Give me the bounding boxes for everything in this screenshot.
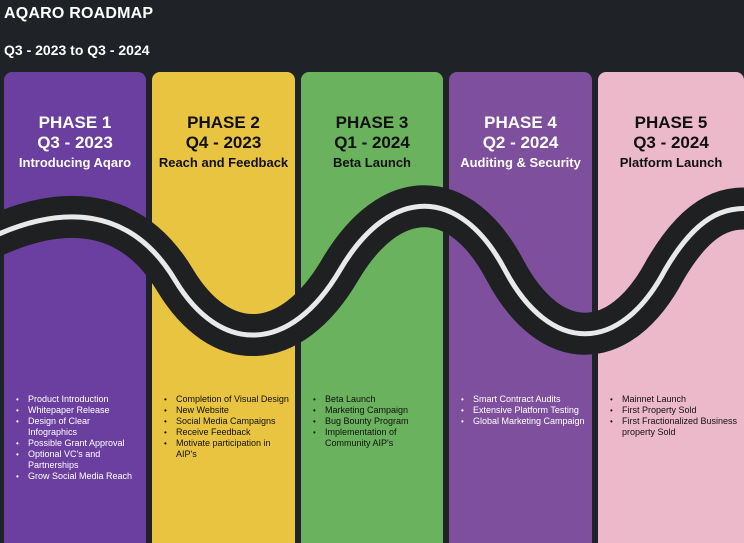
list-item: Optional VC's and Partnerships	[16, 449, 140, 471]
phase-card-4: PHASE 4 Q2 - 2024 Auditing & Security Sm…	[449, 72, 592, 543]
phase-header: PHASE 5 Q3 - 2024 Platform Launch	[598, 113, 744, 172]
roadmap-subtitle: Q3 - 2023 to Q3 - 2024	[4, 42, 150, 58]
list-item: Implementation of Community AIP's	[313, 427, 437, 449]
phase-name: PHASE 5	[634, 113, 708, 132]
list-item: First Property Sold	[610, 405, 738, 416]
phase-header: PHASE 4 Q2 - 2024 Auditing & Security	[449, 113, 592, 172]
list-item: First Fractionalized Business property S…	[610, 416, 738, 438]
phase-items-list: Beta Launch Marketing Campaign Bug Bount…	[313, 394, 437, 449]
phase-items-list: Mainnet Launch First Property Sold First…	[610, 394, 738, 438]
phase-card-3: PHASE 3 Q1 - 2024 Beta Launch Beta Launc…	[301, 72, 443, 543]
list-item: Bug Bounty Program	[313, 416, 437, 427]
list-item: Beta Launch	[313, 394, 437, 405]
phase-name: PHASE 3	[335, 113, 409, 132]
list-item: Possible Grant Approval	[16, 438, 140, 449]
list-item: Receive Feedback	[164, 427, 289, 438]
list-item: Whitepaper Release	[16, 405, 140, 416]
list-item: Product Introduction	[16, 394, 140, 405]
phase-name: PHASE 2	[187, 113, 260, 132]
list-item: Extensive Platform Testing	[461, 405, 586, 416]
phase-subtitle: Reach and Feedback	[158, 155, 289, 170]
list-item: Design of Clear Infographics	[16, 416, 140, 438]
phase-header: PHASE 2 Q4 - 2023 Reach and Feedback	[152, 113, 295, 172]
list-item: Marketing Campaign	[313, 405, 437, 416]
phase-card-1: PHASE 1 Q3 - 2023 Introducing Aqaro Prod…	[4, 72, 146, 543]
list-item: New Website	[164, 405, 289, 416]
phase-date: Q4 - 2023	[185, 133, 262, 152]
roadmap-title: AQARO ROADMAP	[4, 5, 154, 22]
list-item: Motivate participation in AIP's	[164, 438, 289, 460]
phase-items-list: Completion of Visual Design New Website …	[164, 394, 289, 460]
phase-header: PHASE 3 Q1 - 2024 Beta Launch	[301, 113, 443, 172]
phase-subtitle: Platform Launch	[619, 155, 723, 170]
phase-date: Q3 - 2024	[633, 133, 709, 152]
phase-items-list: Smart Contract Audits Extensive Platform…	[461, 394, 586, 427]
list-item: Grow Social Media Reach	[16, 471, 140, 482]
phase-name: PHASE 4	[484, 113, 557, 132]
list-item: Global Marketing Campaign	[461, 416, 586, 427]
phase-subtitle: Auditing & Security	[460, 155, 581, 170]
phase-items-list: Product Introduction Whitepaper Release …	[16, 394, 140, 482]
list-item: Social Media Campaigns	[164, 416, 289, 427]
phase-subtitle: Introducing Aqaro	[18, 155, 132, 170]
phase-date: Q2 - 2024	[482, 133, 559, 152]
list-item: Completion of Visual Design	[164, 394, 289, 405]
phase-card-2: PHASE 2 Q4 - 2023 Reach and Feedback Com…	[152, 72, 295, 543]
phase-subtitle: Beta Launch	[332, 155, 411, 170]
phase-date: Q3 - 2023	[37, 133, 113, 152]
list-item: Mainnet Launch	[610, 394, 738, 405]
phase-date: Q1 - 2024	[334, 133, 410, 152]
phase-name: PHASE 1	[38, 113, 112, 132]
phase-header: PHASE 1 Q3 - 2023 Introducing Aqaro	[4, 113, 146, 172]
phase-card-5: PHASE 5 Q3 - 2024 Platform Launch Mainne…	[598, 72, 744, 543]
list-item: Smart Contract Audits	[461, 394, 586, 405]
